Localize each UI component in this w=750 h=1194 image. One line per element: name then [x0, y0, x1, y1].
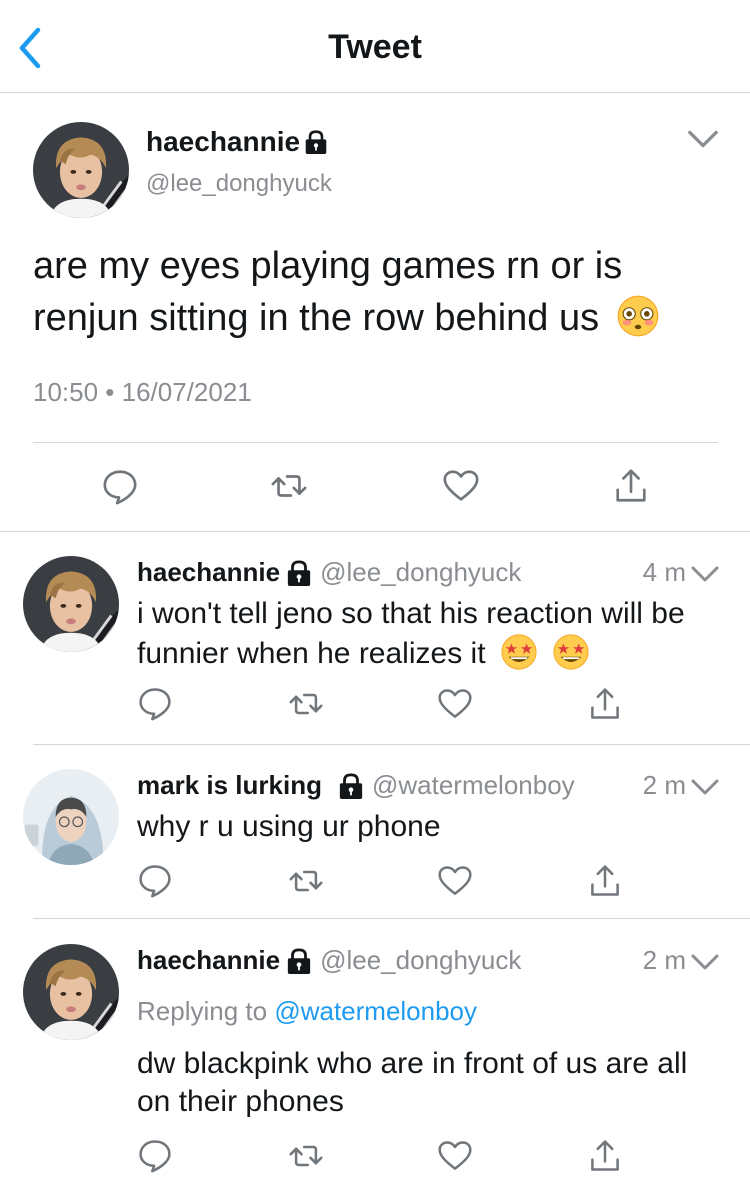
- lock-icon: [338, 772, 364, 800]
- share-icon[interactable]: [587, 863, 623, 899]
- reply-time: 4 m: [642, 557, 686, 587]
- divider: [33, 918, 750, 919]
- retweet-icon[interactable]: [288, 863, 324, 899]
- like-icon[interactable]: [437, 1138, 473, 1174]
- retweet-icon[interactable]: [270, 467, 308, 505]
- flushed-face-emoji-icon: [616, 294, 660, 338]
- chevron-down-icon[interactable]: [686, 128, 720, 150]
- reply-time: 2 m: [642, 770, 686, 800]
- retweet-icon[interactable]: [288, 686, 324, 722]
- tweet-text: are my eyes playing games rn or is renju…: [33, 240, 723, 344]
- tweet-timestamp: 10:50 • 16/07/2021: [33, 377, 252, 407]
- display-name[interactable]: haechannie: [137, 557, 280, 588]
- reply-time: 2 m: [642, 945, 686, 975]
- avatar[interactable]: [23, 944, 119, 1040]
- divider: [0, 531, 750, 532]
- star-struck-emoji-icon: [500, 633, 538, 671]
- tweet-text-content: are my eyes playing games rn or is renju…: [33, 245, 623, 339]
- chevron-down-icon[interactable]: [690, 777, 720, 797]
- reply-icon[interactable]: [137, 685, 173, 721]
- display-name[interactable]: haechannie: [137, 945, 280, 976]
- reply-icon[interactable]: [101, 467, 139, 505]
- share-icon[interactable]: [587, 1138, 623, 1174]
- reply-text: i won't tell jeno so that his reaction w…: [137, 595, 717, 673]
- avatar[interactable]: [33, 122, 129, 218]
- display-name[interactable]: mark is lurking: [137, 770, 322, 801]
- lock-icon: [304, 129, 328, 155]
- avatar[interactable]: [23, 769, 119, 865]
- lock-icon: [286, 947, 312, 975]
- share-icon[interactable]: [612, 467, 650, 505]
- chevron-down-icon[interactable]: [690, 564, 720, 584]
- main-tweet-author[interactable]: haechannie: [146, 126, 336, 158]
- lock-icon: [286, 559, 312, 587]
- like-icon[interactable]: [437, 863, 473, 899]
- like-icon[interactable]: [437, 686, 473, 722]
- reply-header: haechannie @lee_donghyuck: [137, 557, 521, 588]
- reply-header: mark is lurking @watermelonboy: [137, 770, 575, 801]
- reply-header: haechannie @lee_donghyuck: [137, 945, 521, 976]
- chevron-down-icon[interactable]: [690, 952, 720, 972]
- replying-prefix: Replying to: [137, 996, 268, 1026]
- share-icon[interactable]: [587, 686, 623, 722]
- handle[interactable]: @lee_donghyuck: [320, 945, 521, 976]
- replying-to: Replying to @watermelonboy: [137, 996, 477, 1027]
- reply-icon[interactable]: [137, 862, 173, 898]
- mention-link[interactable]: @watermelonboy: [274, 996, 477, 1026]
- page-title: Tweet: [328, 28, 422, 66]
- reply-text: dw blackpink who are in front of us are …: [137, 1047, 688, 1118]
- reply-icon[interactable]: [137, 1137, 173, 1173]
- nav-header: Tweet: [0, 0, 750, 93]
- handle[interactable]: @lee_donghyuck: [320, 557, 521, 588]
- like-icon[interactable]: [442, 467, 480, 505]
- retweet-icon[interactable]: [288, 1138, 324, 1174]
- display-name: haechannie: [146, 126, 301, 157]
- divider: [33, 744, 750, 745]
- star-struck-emoji-icon: [552, 633, 590, 671]
- reply-text-content: i won't tell jeno so that his reaction w…: [137, 597, 685, 670]
- handle[interactable]: @watermelonboy: [372, 770, 575, 801]
- handle[interactable]: @lee_donghyuck: [146, 170, 332, 198]
- divider: [33, 442, 718, 443]
- reply-text: why r u using ur phone: [137, 810, 441, 843]
- avatar[interactable]: [23, 556, 119, 652]
